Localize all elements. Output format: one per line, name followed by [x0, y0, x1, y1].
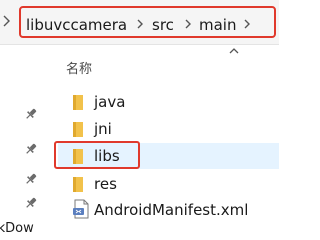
folder-icon — [73, 149, 83, 164]
breadcrumb-item-libuvccamera[interactable]: libuvccamera — [26, 16, 127, 34]
list-item[interactable]: res — [58, 171, 279, 197]
list-item[interactable]: AndroidManifest.xml — [58, 197, 279, 223]
xml-file-icon — [73, 199, 89, 219]
address-bar[interactable]: libuvccamera src main — [0, 0, 279, 45]
pin-icon[interactable] — [24, 107, 38, 121]
chevron-up-icon[interactable] — [228, 44, 240, 58]
pin-icon[interactable] — [24, 196, 38, 210]
list-item-label: res — [94, 175, 117, 193]
list-item[interactable]: java — [58, 89, 279, 115]
column-header-name[interactable]: 名称 — [66, 58, 92, 77]
folder-icon — [73, 122, 83, 137]
list-item[interactable]: jni — [58, 116, 279, 142]
navigation-pane — [0, 45, 50, 232]
nav-item-label[interactable]: lkDow — [0, 221, 34, 236]
list-item-label: AndroidManifest.xml — [94, 201, 249, 219]
folder-icon — [73, 95, 83, 110]
list-item-label: jni — [94, 120, 112, 138]
list-item-label: libs — [94, 147, 120, 165]
breadcrumb-item-src[interactable]: src — [152, 16, 174, 34]
pin-icon[interactable] — [24, 172, 38, 186]
chevron-right-icon[interactable] — [0, 8, 14, 34]
chevron-right-icon[interactable] — [242, 14, 252, 34]
list-item-selected[interactable]: libs — [54, 141, 279, 169]
folder-icon — [73, 177, 83, 192]
breadcrumb-item-main[interactable]: main — [199, 16, 236, 34]
list-item-label: java — [94, 93, 126, 111]
chevron-right-icon[interactable] — [183, 14, 193, 34]
pin-icon[interactable] — [24, 142, 38, 156]
chevron-right-icon[interactable] — [135, 14, 145, 34]
